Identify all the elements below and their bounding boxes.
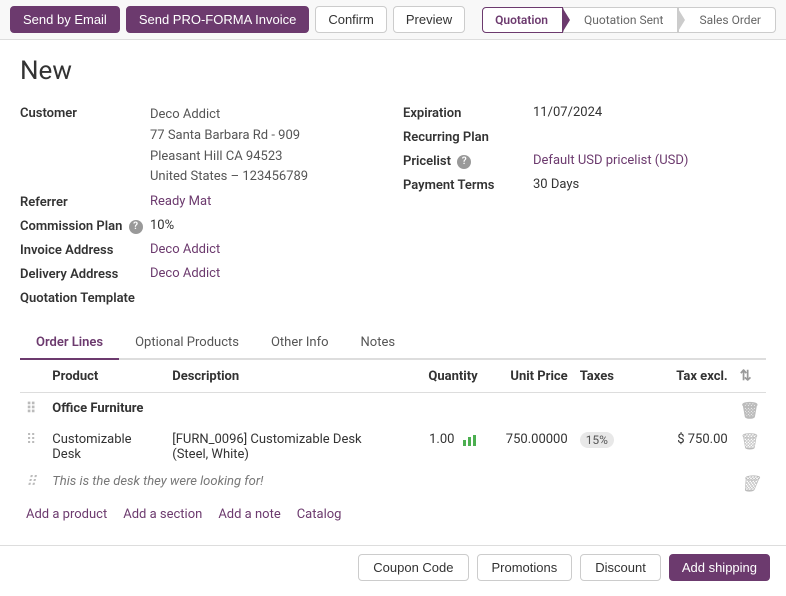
delete-section-icon[interactable]: 🗑 [740,401,760,420]
pipeline: Quotation Quotation Sent Sales Order [482,7,776,33]
qty-value: 1.00 [429,432,454,447]
col-taxes-header: Taxes [574,360,644,393]
commission-row: Commission Plan ? 10% [20,215,383,239]
add-links: Add a product Add a section Add a note C… [20,499,766,530]
pipeline-step-sales-order[interactable]: Sales Order [678,7,776,33]
section-name: Office Furniture [46,393,733,427]
main-content: New Customer Deco Addict 77 Santa Barbar… [0,40,786,596]
customer-row: Customer Deco Addict 77 Santa Barbara Rd… [20,102,383,191]
drag-handle-note[interactable]: ⠿ [26,474,40,490]
customer-address2: Pleasant Hill CA 94523 [150,147,308,168]
tab-bar: Order Lines Optional Products Other Info… [20,327,766,360]
coupon-code-button[interactable]: Coupon Code [358,554,468,581]
expiration-value[interactable]: 11/07/2024 [533,105,602,120]
drag-handle-product[interactable]: ⠿ [26,432,40,448]
qty-cell[interactable]: 1.00 [404,426,484,468]
col-price-header: Unit Price [484,360,574,393]
pricelist-label: Pricelist ? [403,153,533,169]
discount-button[interactable]: Discount [580,554,661,581]
payment-terms-row: Payment Terms 30 Days [403,174,766,198]
add-shipping-button[interactable]: Add shipping [669,554,770,581]
table-section-row: ⠿ Office Furniture 🗑 [20,393,766,427]
bottom-bar: Coupon Code Promotions Discount Add ship… [0,545,786,589]
send-by-email-button[interactable]: Send by Email [10,6,120,33]
drag-handle-section[interactable]: ⠿ [26,401,40,417]
delete-product-icon[interactable]: 🗑 [740,432,760,451]
col-product-header: Product [46,360,166,393]
tab-order-lines[interactable]: Order Lines [20,327,119,360]
referrer-label: Referrer [20,194,150,210]
tab-other-info[interactable]: Other Info [255,327,345,360]
add-product-link[interactable]: Add a product [26,507,107,522]
pricelist-row: Pricelist ? Default USD pricelist (USD) [403,150,766,174]
price-cell[interactable]: 750.00000 [484,426,574,468]
quotation-template-row: Quotation Template [20,287,383,311]
invoice-label: Invoice Address [20,242,150,258]
confirm-button[interactable]: Confirm [315,6,387,33]
commission-value: 10% [150,218,174,233]
pricelist-value[interactable]: Default USD pricelist (USD) [533,153,688,168]
form-right: Expiration 11/07/2024 Recurring Plan Pri… [403,102,766,311]
tax-cell[interactable]: 15% [574,426,644,468]
recurring-row: Recurring Plan [403,126,766,150]
table-row: ⠿ Customizable Desk [FURN_0096] Customiz… [20,426,766,468]
payment-terms-label: Payment Terms [403,177,533,193]
taxexcl-cell: $ 750.00 [644,426,734,468]
page-title: New [20,56,766,86]
customer-label: Customer [20,105,150,121]
tab-notes[interactable]: Notes [345,327,412,360]
add-section-link[interactable]: Add a section [123,507,202,522]
delivery-address-row: Delivery Address Deco Addict [20,263,383,287]
note-text[interactable]: This is the desk they were looking for! [46,468,733,499]
order-table: Product Description Quantity Unit Price … [20,360,766,499]
referrer-value[interactable]: Ready Mat [150,194,211,209]
product-cell[interactable]: Customizable Desk [46,426,166,468]
customer-name[interactable]: Deco Addict [150,105,308,126]
forecast-chart-icon[interactable] [462,433,478,447]
preview-button[interactable]: Preview [393,6,465,33]
col-del-header: ⇅ [734,360,766,393]
customer-address1: 77 Santa Barbara Rd - 909 [150,126,308,147]
pipeline-step-quotation-sent[interactable]: Quotation Sent [563,7,679,33]
expiration-row: Expiration 11/07/2024 [403,102,766,126]
form-grid: Customer Deco Addict 77 Santa Barbara Rd… [20,102,766,311]
invoice-address-row: Invoice Address Deco Addict [20,239,383,263]
recurring-label: Recurring Plan [403,129,533,145]
col-taxexcl-header: Tax excl. [644,360,734,393]
table-note-row: ⠿ This is the desk they were looking for… [20,468,766,499]
payment-terms-value[interactable]: 30 Days [533,177,579,192]
send-proforma-button[interactable]: Send PRO-FORMA Invoice [126,6,310,33]
pricelist-help-icon[interactable]: ? [457,155,471,169]
tax-badge: 15% [580,432,614,448]
form-left: Customer Deco Addict 77 Santa Barbara Rd… [20,102,383,311]
commission-help-icon[interactable]: ? [129,220,143,234]
customer-value[interactable]: Deco Addict 77 Santa Barbara Rd - 909 Pl… [150,105,308,188]
col-desc-header: Description [166,360,403,393]
col-qty-header: Quantity [404,360,484,393]
reorder-icon: ⇅ [740,368,752,384]
add-note-link[interactable]: Add a note [218,507,280,522]
tab-optional-products[interactable]: Optional Products [119,327,255,360]
expiration-label: Expiration [403,105,533,121]
delivery-label: Delivery Address [20,266,150,282]
quotation-template-label: Quotation Template [20,290,150,306]
toolbar: Send by Email Send PRO-FORMA Invoice Con… [0,0,786,40]
referrer-row: Referrer Ready Mat [20,191,383,215]
promotions-button[interactable]: Promotions [477,554,573,581]
commission-label: Commission Plan ? [20,218,150,234]
desc-cell[interactable]: [FURN_0096] Customizable Desk (Steel, Wh… [166,426,403,468]
col-drag-header [20,360,46,393]
customer-address3: United States – 123456789 [150,167,308,188]
delivery-value[interactable]: Deco Addict [150,266,220,281]
delete-note-icon[interactable]: 🗑 [740,474,760,493]
pipeline-step-quotation[interactable]: Quotation [482,7,563,33]
invoice-value[interactable]: Deco Addict [150,242,220,257]
catalog-link[interactable]: Catalog [297,507,342,522]
